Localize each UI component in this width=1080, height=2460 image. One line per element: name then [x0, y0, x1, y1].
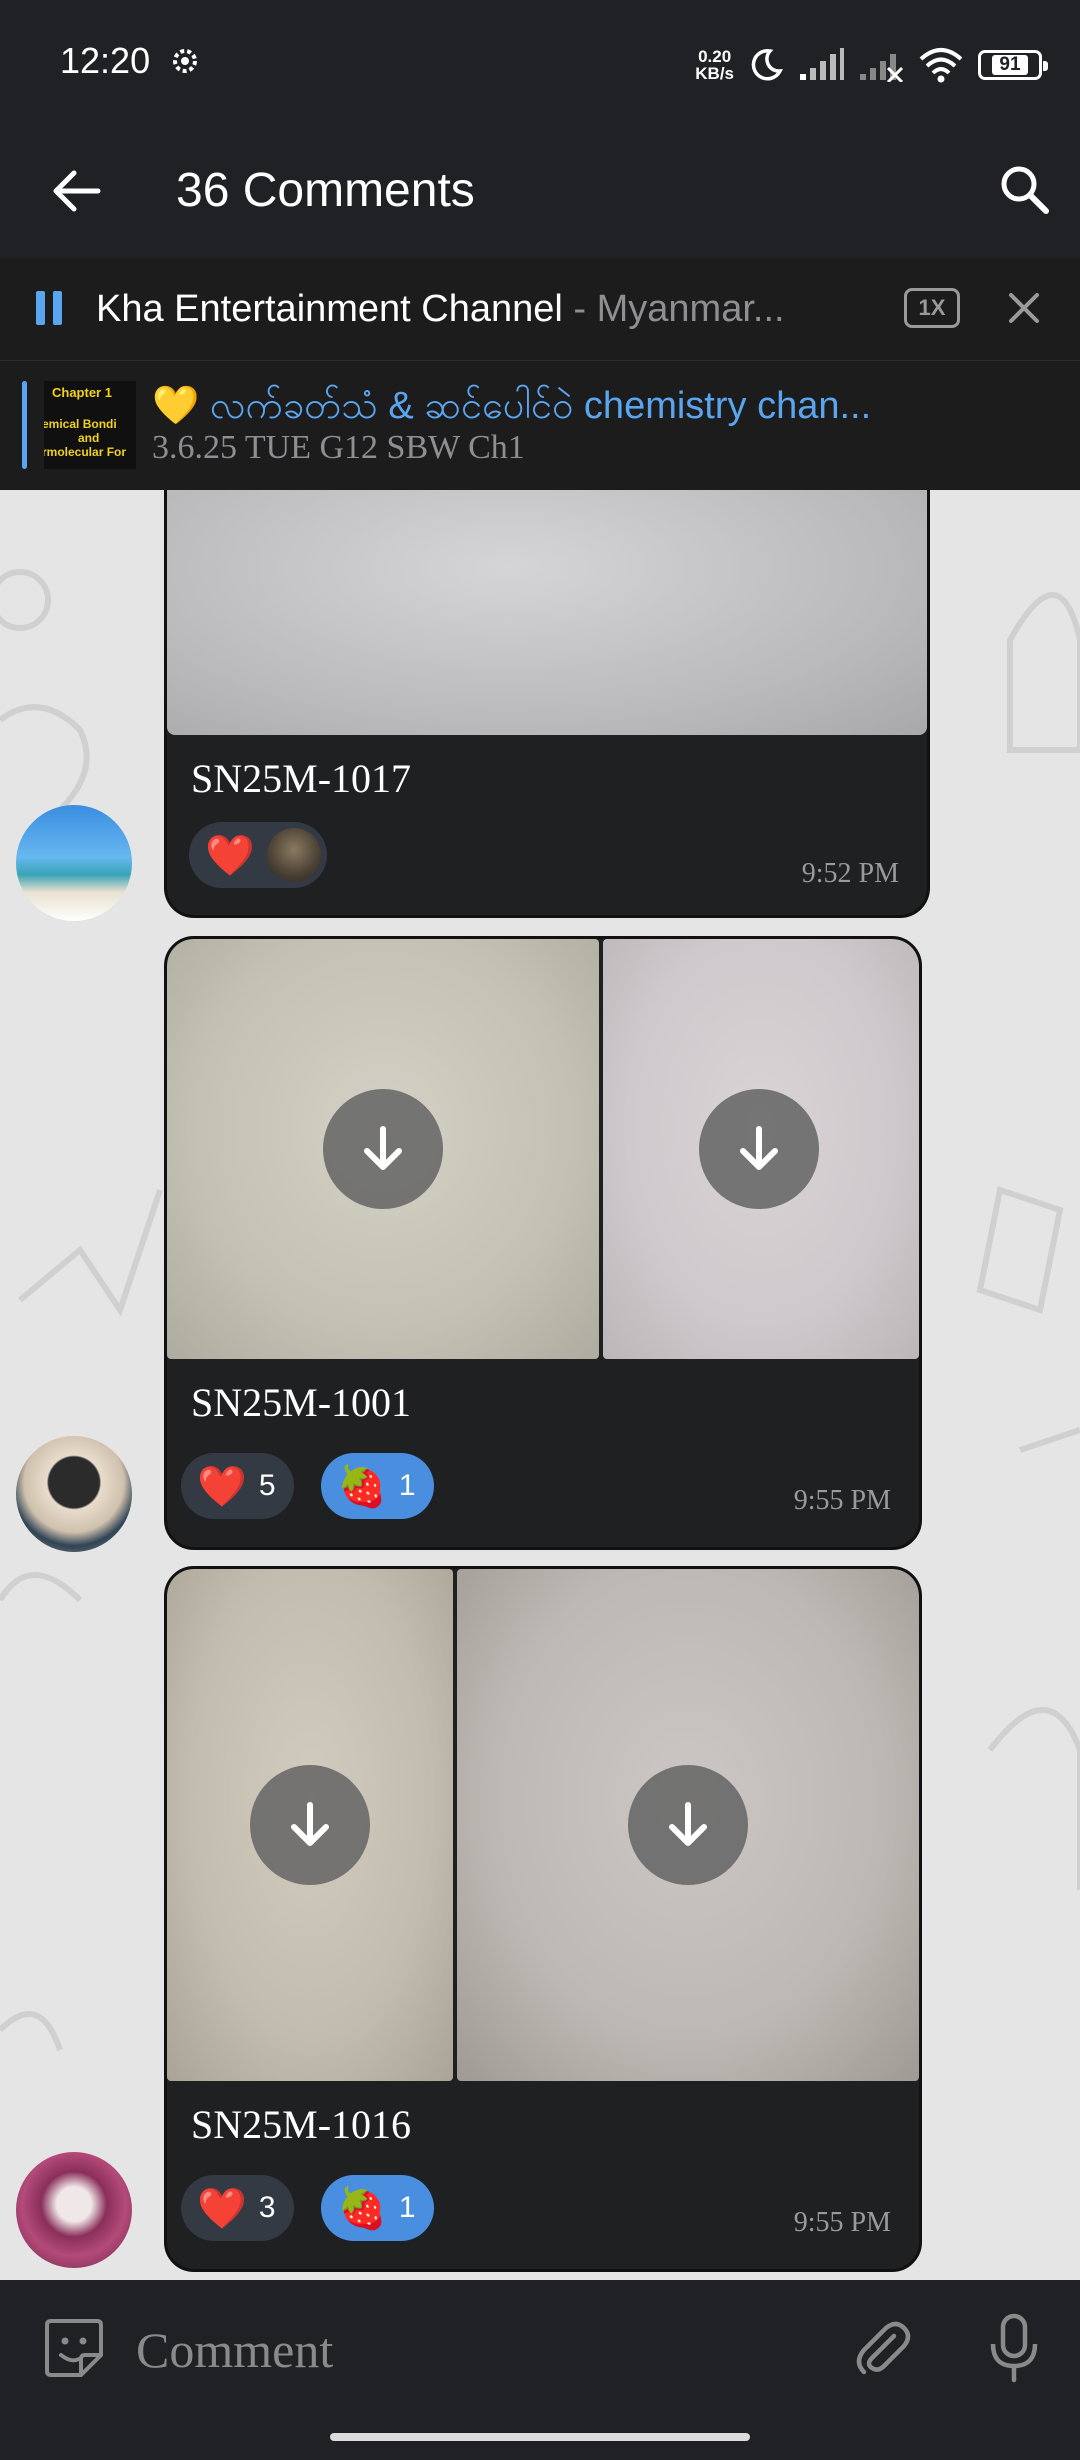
sticker-icon — [45, 2319, 103, 2377]
download-icon — [669, 1802, 707, 1846]
paperclip-icon — [856, 2321, 911, 2375]
search-button[interactable] — [988, 153, 1060, 225]
playback-speed-button[interactable]: 1X — [904, 288, 960, 328]
download-button[interactable] — [250, 1765, 370, 1885]
message-time: 9:52 PM — [801, 858, 899, 889]
photo-attachment[interactable] — [167, 1569, 453, 2081]
microphone-icon — [990, 2313, 1038, 2383]
heart-icon: ❤️ — [205, 833, 255, 878]
sticker-button[interactable] — [38, 2312, 110, 2384]
avatar[interactable] — [16, 805, 132, 921]
reactor-avatar — [266, 828, 321, 882]
pinned-subtitle: 3.6.25 TUE G12 SBW Ch1 — [152, 429, 525, 466]
message-bubble-1[interactable]: SN25M-1017 ❤️ 9:52 PM — [164, 490, 930, 918]
status-time: 12:20 — [60, 40, 151, 81]
close-player-button[interactable] — [1000, 284, 1048, 332]
pinned-thumbnail: Chapter 1 emical Bondi and rmolecular Fo… — [44, 381, 136, 469]
signal-icon — [800, 48, 844, 80]
pinned-text: လက်ခတ်သံ & ဆင်ပေါင်ဝဲ chemistry chan... — [199, 385, 872, 427]
reaction-strawberry[interactable]: 🍓 1 — [321, 1453, 434, 1519]
comment-input[interactable] — [136, 2320, 756, 2380]
photo-attachment[interactable] — [167, 490, 927, 735]
message-time: 9:55 PM — [793, 2207, 891, 2238]
player-subtitle: - Myanmar... — [562, 288, 785, 330]
page-title: 36 Comments — [176, 164, 475, 217]
message-caption: SN25M-1001 — [191, 1380, 412, 1425]
reaction-heart[interactable]: ❤️ — [189, 822, 327, 888]
player-track-info[interactable]: Kha Entertainment Channel - Myanmar... — [96, 288, 856, 331]
home-indicator[interactable] — [330, 2433, 750, 2441]
arrow-left-icon — [53, 170, 101, 212]
message-caption: SN25M-1016 — [191, 2102, 412, 2147]
microphone-button[interactable] — [978, 2310, 1050, 2386]
reaction-count: 1 — [398, 2191, 416, 2224]
app-header: 36 Comments — [0, 125, 1080, 258]
wifi-icon — [919, 48, 963, 83]
signal-off-icon — [860, 54, 904, 82]
status-icons: 0.20 KB/s 91 — [695, 40, 1048, 90]
message-bubble-3[interactable]: SN25M-1016 ❤️ 3 🍓 1 9:55 PM — [164, 1566, 922, 2272]
attach-button[interactable] — [846, 2312, 918, 2384]
battery-icon: 91 — [978, 50, 1048, 80]
download-icon — [291, 1802, 329, 1846]
close-icon — [1009, 293, 1039, 323]
message-time: 9:55 PM — [793, 1485, 891, 1516]
thumb-text-2: emical Bondi — [44, 417, 117, 431]
moon-icon — [751, 49, 783, 81]
reaction-count: 3 — [258, 2191, 276, 2224]
speed-unit: KB/s — [695, 64, 734, 83]
heart-icon: ❤️ — [197, 2186, 247, 2231]
message-bubble-2[interactable]: SN25M-1001 ❤️ 5 🍓 1 9:55 PM — [164, 936, 922, 1550]
photo-attachment[interactable] — [167, 939, 599, 1359]
download-button[interactable] — [323, 1089, 443, 1209]
photo-attachment[interactable] — [457, 1569, 919, 2081]
download-button[interactable] — [628, 1765, 748, 1885]
speed-value: 0.20 — [698, 47, 732, 66]
avatar[interactable] — [16, 1436, 132, 1552]
pinned-message[interactable]: Chapter 1 emical Bondi and rmolecular Fo… — [0, 360, 1080, 490]
thumb-text-3: and — [78, 431, 100, 445]
battery-level: 91 — [992, 55, 1028, 75]
network-speed: 0.20 KB/s — [695, 48, 734, 82]
reaction-strawberry[interactable]: 🍓 1 — [321, 2175, 434, 2241]
yellow-heart-icon: 💛 — [152, 385, 200, 427]
status-bar: 12:20 0.20 KB/s 91 — [0, 0, 1080, 125]
thumb-text-4: rmolecular For — [44, 445, 127, 459]
message-caption: SN25M-1017 — [191, 756, 412, 801]
gear-icon — [173, 49, 197, 73]
pause-icon[interactable] — [36, 291, 62, 325]
download-icon — [364, 1126, 402, 1170]
thumb-text-1: Chapter 1 — [52, 385, 112, 400]
strawberry-icon: 🍓 — [337, 2186, 387, 2231]
comment-input-bar — [0, 2280, 1080, 2460]
pinned-indicator — [22, 381, 27, 469]
reaction-heart[interactable]: ❤️ 3 — [181, 2175, 294, 2241]
photo-attachment[interactable] — [603, 939, 919, 1359]
reaction-heart[interactable]: ❤️ 5 — [181, 1453, 294, 1519]
reaction-count: 5 — [258, 1469, 276, 1502]
back-button[interactable] — [40, 155, 112, 227]
player-title: Kha Entertainment Channel — [96, 288, 563, 330]
avatar[interactable] — [16, 2152, 132, 2268]
reaction-count: 1 — [398, 1469, 416, 1502]
thumb-text-block: emical Bondi and rmolecular For — [44, 417, 126, 459]
heart-icon: ❤️ — [197, 1464, 247, 1509]
download-icon — [740, 1126, 778, 1170]
strawberry-icon: 🍓 — [337, 1464, 387, 1509]
chat-area[interactable]: SN25M-1017 ❤️ 9:52 PM SN25M-1001 ❤️ 5 🍓 … — [0, 490, 1080, 2280]
search-icon — [1001, 166, 1049, 214]
download-button[interactable] — [699, 1089, 819, 1209]
